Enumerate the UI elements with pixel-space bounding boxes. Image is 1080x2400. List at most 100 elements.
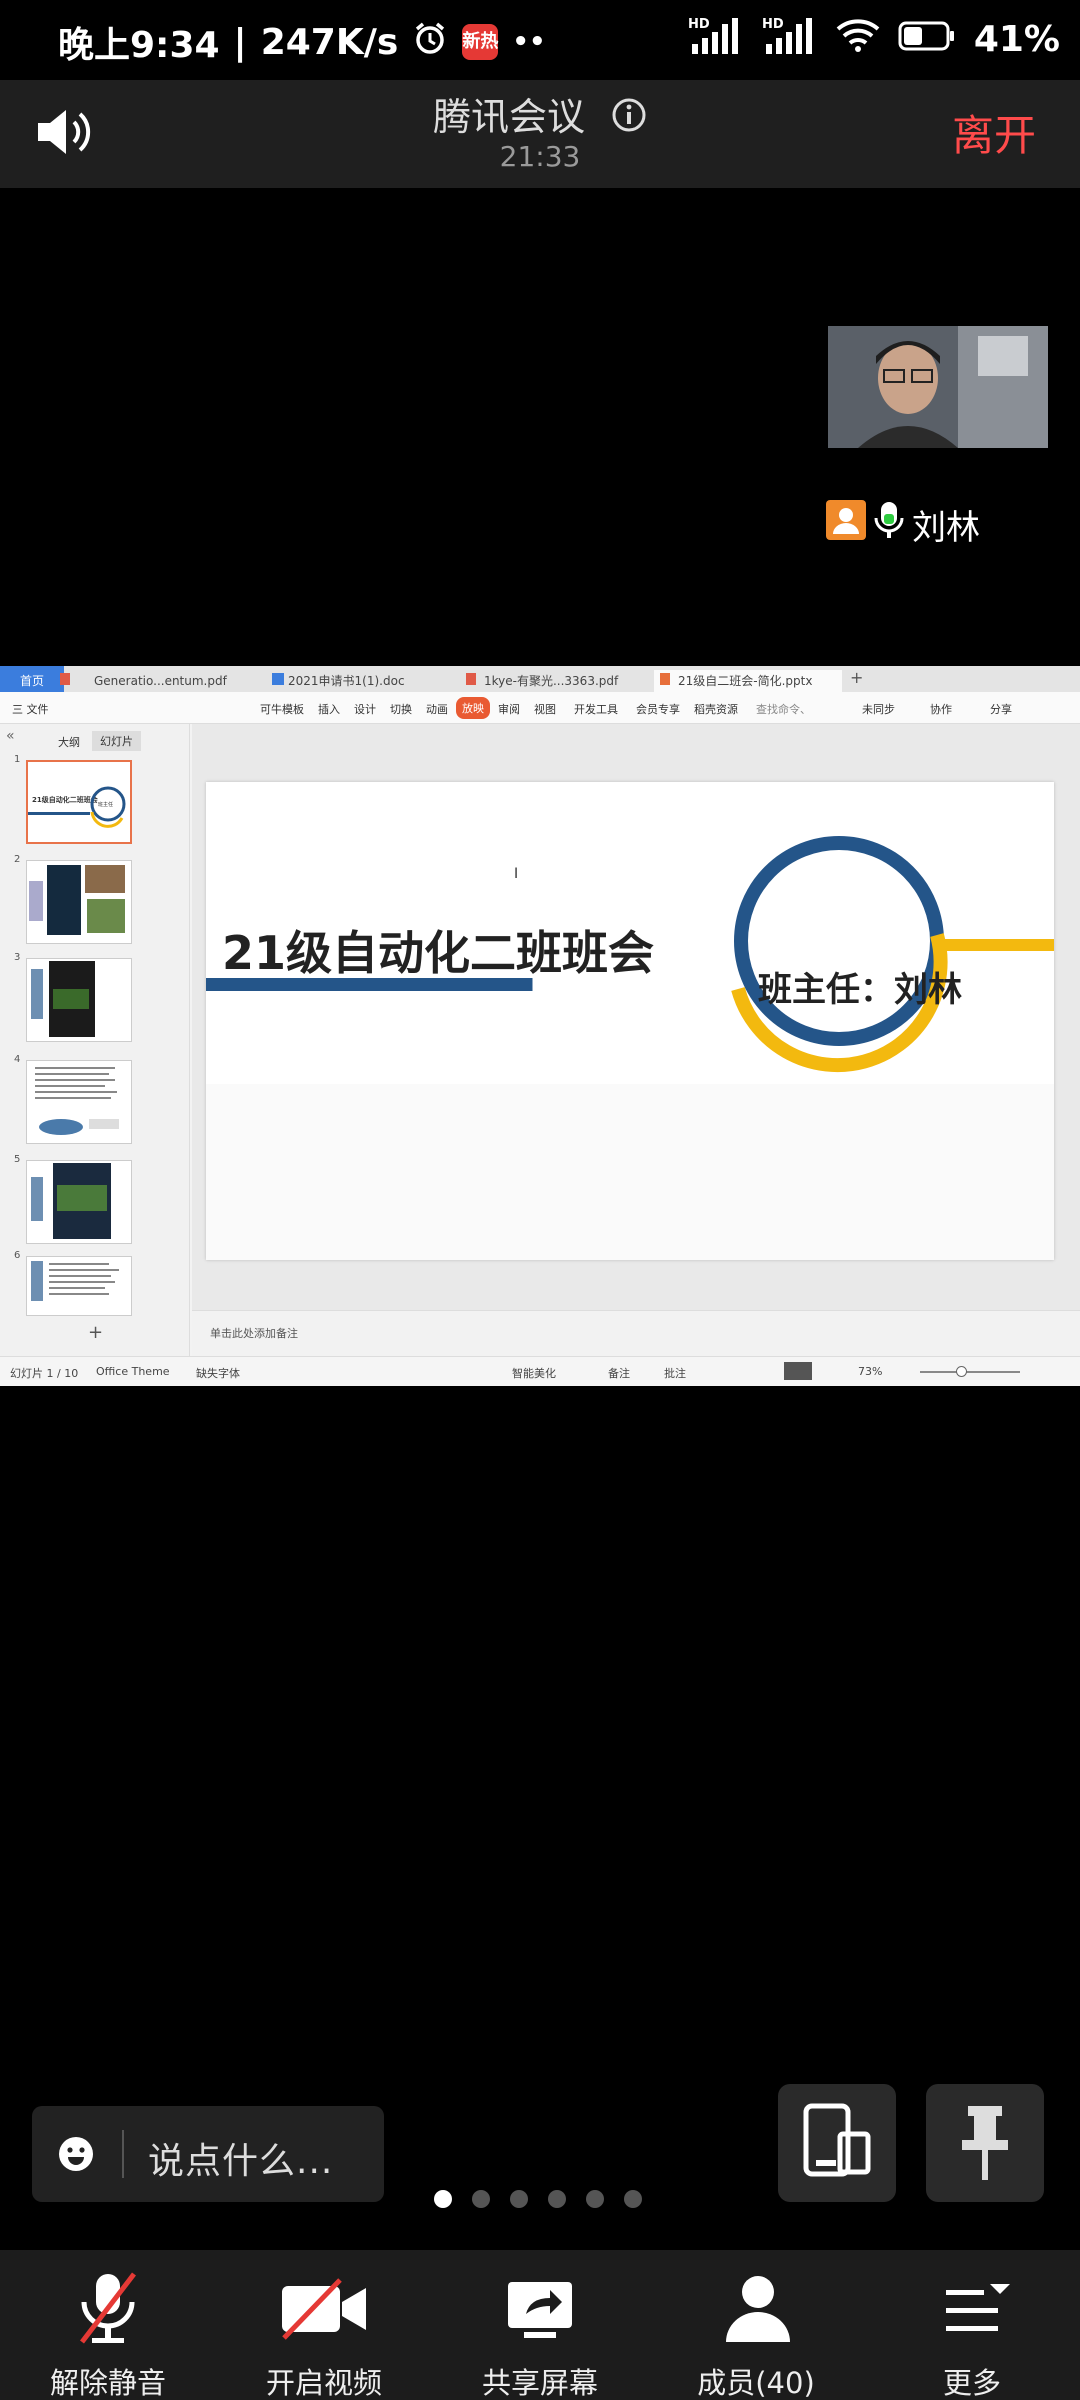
collapse-panel-icon[interactable]: « bbox=[6, 728, 15, 744]
current-slide[interactable]: 21级自动化二班班会 班主任：刘林 I bbox=[206, 782, 1054, 1260]
page-dot[interactable] bbox=[510, 2190, 528, 2208]
slide-thumb-3[interactable] bbox=[26, 958, 132, 1042]
slide-number: 6 bbox=[14, 1250, 21, 1261]
meeting-title[interactable]: 腾讯会议 bbox=[0, 86, 1080, 142]
members-label: 成员(40) bbox=[697, 2366, 815, 2400]
slide-thumb-6[interactable] bbox=[26, 1256, 132, 1316]
slide-number: 4 bbox=[14, 1054, 21, 1065]
menu-file[interactable]: 三 文件 bbox=[12, 701, 49, 717]
comments-toggle[interactable]: 批注 bbox=[664, 1365, 686, 1381]
switch-device-button[interactable] bbox=[778, 2084, 896, 2202]
slide-subtitle: 班主任：刘林 bbox=[758, 970, 962, 1010]
svg-text:21级自动化二班班会: 21级自动化二班班会 bbox=[32, 795, 99, 804]
zoom-handle[interactable] bbox=[956, 1366, 967, 1377]
participant-video[interactable] bbox=[828, 326, 1048, 448]
camera-off-icon bbox=[282, 2278, 366, 2340]
emoji-icon[interactable] bbox=[58, 2136, 94, 2176]
notes-placeholder: 单击此处添加备注 bbox=[210, 1327, 298, 1340]
notes-toggle[interactable]: 备注 bbox=[608, 1365, 630, 1381]
participant-nameplate: 刘林 bbox=[826, 500, 980, 549]
add-slide-icon[interactable]: + bbox=[88, 1322, 103, 1343]
page-dot[interactable] bbox=[548, 2190, 566, 2208]
tab-pptx-active[interactable]: 21级自二班会-简化.pptx bbox=[654, 670, 843, 692]
svg-text:HD: HD bbox=[762, 17, 784, 32]
missing-font[interactable]: 缺失字体 bbox=[196, 1365, 240, 1381]
clock: 晚上9:34 bbox=[58, 25, 220, 66]
separator: | bbox=[233, 21, 247, 63]
slide-thumb-4[interactable] bbox=[26, 1060, 132, 1144]
page-dot[interactable] bbox=[472, 2190, 490, 2208]
share-doc-button[interactable]: 分享 bbox=[990, 701, 1012, 717]
tab-slides[interactable]: 幻灯片 bbox=[92, 731, 141, 751]
collaborate-button[interactable]: 协作 bbox=[930, 701, 952, 717]
menu-animation[interactable]: 动画 bbox=[426, 701, 448, 717]
menu-slideshow[interactable]: 放映 bbox=[456, 697, 490, 719]
status-bar: 晚上9:34 | 247K/s 新热 •• HD HD 41% bbox=[0, 0, 1080, 80]
menu-templates[interactable]: 可牛模板 bbox=[260, 701, 304, 717]
ribbon-menu: 三 文件 可牛模板 插入 设计 切换 动画 放映 审阅 视图 开发工具 会员专享… bbox=[0, 692, 1080, 724]
meeting-title-text: 腾讯会议 bbox=[432, 95, 585, 139]
unmute-button[interactable]: 解除静音 bbox=[0, 2268, 216, 2400]
page-dot[interactable] bbox=[624, 2190, 642, 2208]
command-search[interactable]: 查找命令、 bbox=[756, 701, 811, 717]
slide-thumb-5[interactable] bbox=[26, 1160, 132, 1244]
slides-panel: « 大纲 幻灯片 1 21级自动化二班班会 班主任 2 3 4 5 6 + bbox=[0, 724, 190, 1356]
menu-member[interactable]: 会员专享 bbox=[636, 701, 680, 717]
share-screen-button[interactable]: 共享屏幕 bbox=[432, 2268, 648, 2400]
menu-resources[interactable]: 稻壳资源 bbox=[694, 701, 738, 717]
menu-developer[interactable]: 开发工具 bbox=[574, 701, 618, 717]
page-indicator bbox=[434, 2190, 642, 2208]
slide-thumb-1[interactable]: 21级自动化二班班会 班主任 bbox=[26, 760, 132, 844]
tab-outline[interactable]: 大纲 bbox=[58, 734, 80, 750]
new-tab-icon[interactable]: + bbox=[850, 668, 863, 687]
play-slideshow-icon[interactable] bbox=[784, 1362, 812, 1380]
meeting-toolbar: 解除静音 开启视频 共享屏幕 成员(40) 更多 bbox=[0, 2250, 1080, 2400]
tab-pdf-2[interactable]: 1kye-有聚光...3363.pdf bbox=[460, 670, 618, 692]
battery-level: 41% bbox=[973, 19, 1060, 60]
news-app-icon: 新热 bbox=[462, 24, 499, 60]
slide-canvas[interactable]: 21级自动化二班班会 班主任：刘林 I 单击此处添加备注 bbox=[192, 724, 1080, 1356]
members-button[interactable]: 成员(40) bbox=[648, 2268, 864, 2400]
meeting-header: 腾讯会议 21:33 离开 bbox=[0, 80, 1080, 188]
mic-active-icon bbox=[872, 500, 906, 549]
shared-screen[interactable]: 首页 Generatio...entum.pdf 2021申请书1(1).doc… bbox=[0, 666, 1080, 1386]
more-button[interactable]: 更多 bbox=[864, 2268, 1080, 2400]
text-cursor-icon: I bbox=[514, 866, 519, 882]
pin-icon[interactable] bbox=[926, 2084, 1044, 2202]
zoom-slider[interactable] bbox=[920, 1371, 1020, 1373]
slide-number: 1 bbox=[14, 754, 21, 765]
tab-pdf-1[interactable]: Generatio...entum.pdf bbox=[70, 670, 227, 692]
app-status-bar: 幻灯片 1 / 10 Office Theme 缺失字体 智能美化 备注 批注 … bbox=[0, 1356, 1080, 1386]
share-screen-icon bbox=[508, 2282, 572, 2338]
slide-number: 3 bbox=[14, 952, 21, 963]
chat-input[interactable]: 说点什么... bbox=[32, 2106, 384, 2202]
menu-review[interactable]: 审阅 bbox=[498, 701, 520, 717]
signal-icon-2: HD bbox=[762, 16, 818, 63]
avatar-icon bbox=[826, 500, 866, 549]
slide-thumb-2[interactable] bbox=[26, 860, 132, 944]
svg-text:班主任: 班主任 bbox=[98, 801, 113, 808]
zoom-level[interactable]: 73% bbox=[858, 1365, 882, 1378]
meeting-duration: 21:33 bbox=[499, 140, 581, 173]
tab-home[interactable]: 首页 bbox=[0, 670, 44, 692]
menu-view[interactable]: 视图 bbox=[534, 701, 556, 717]
menu-transition[interactable]: 切换 bbox=[390, 701, 412, 717]
notes-area[interactable]: 单击此处添加备注 bbox=[192, 1310, 1080, 1356]
menu-design[interactable]: 设计 bbox=[354, 701, 376, 717]
mic-muted-icon bbox=[80, 2272, 136, 2344]
leave-button[interactable]: 离开 bbox=[952, 102, 1036, 163]
menu-insert[interactable]: 插入 bbox=[318, 701, 340, 717]
slide-counter: 幻灯片 1 / 10 bbox=[10, 1367, 79, 1380]
info-icon[interactable] bbox=[611, 97, 647, 142]
sync-status[interactable]: 未同步 bbox=[862, 701, 895, 717]
more-notifications: •• bbox=[512, 27, 546, 57]
members-icon bbox=[726, 2276, 790, 2342]
page-dot[interactable] bbox=[586, 2190, 604, 2208]
more-menu-icon bbox=[946, 2284, 1010, 2331]
page-dot[interactable] bbox=[434, 2190, 452, 2208]
beautify-button[interactable]: 智能美化 bbox=[512, 1365, 556, 1381]
start-video-button[interactable]: 开启视频 bbox=[216, 2268, 432, 2400]
battery-icon bbox=[898, 19, 956, 60]
tab-doc[interactable]: 2021申请书1(1).doc bbox=[264, 670, 405, 692]
start-video-label: 开启视频 bbox=[265, 2366, 382, 2400]
